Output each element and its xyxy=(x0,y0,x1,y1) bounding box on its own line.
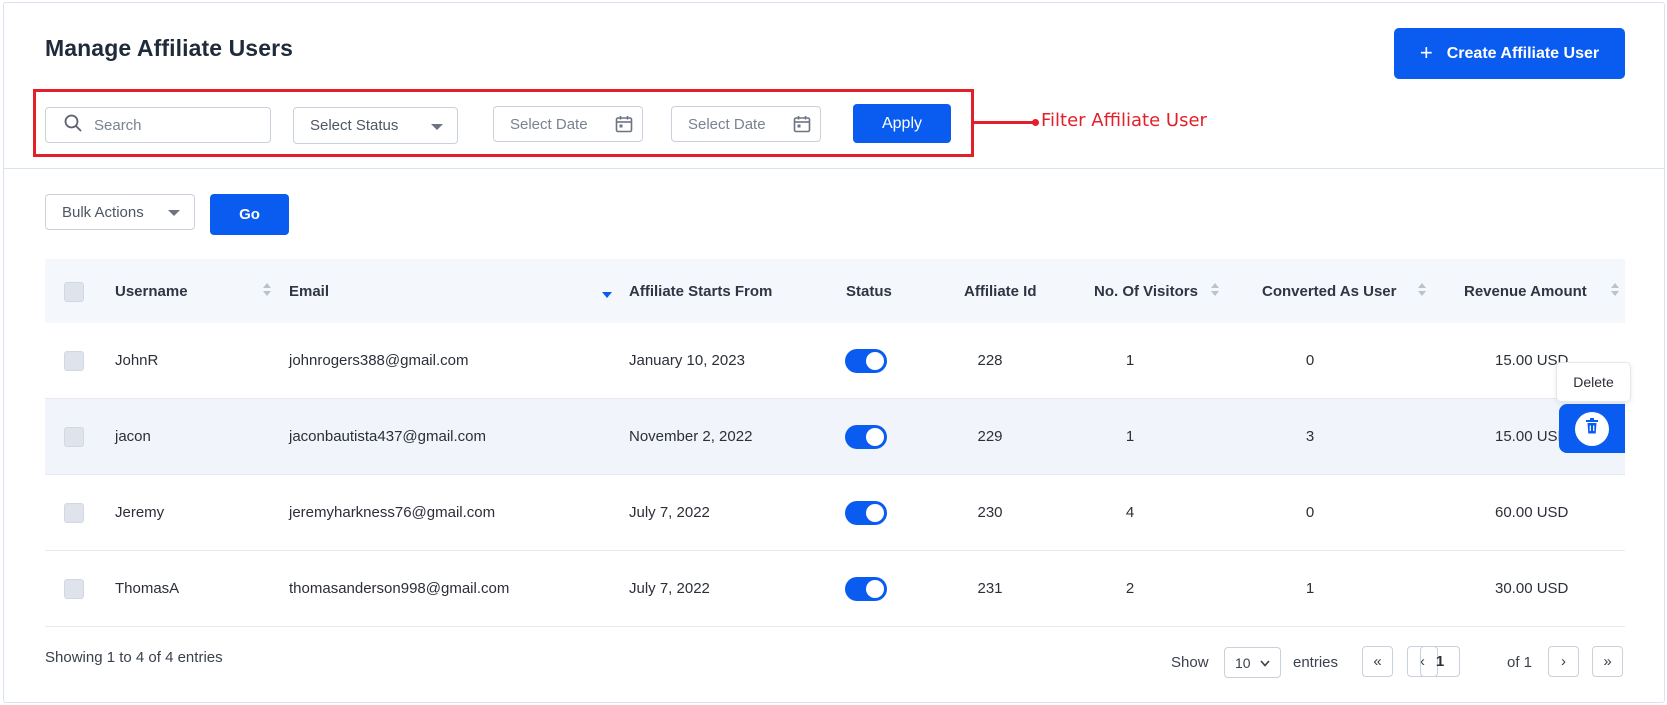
status-toggle[interactable] xyxy=(845,577,887,601)
page-size-value: 10 xyxy=(1235,654,1251,671)
visitors-cell: 1 xyxy=(1125,428,1135,445)
bulk-actions-label: Bulk Actions xyxy=(62,203,144,221)
sort-icon[interactable] xyxy=(263,283,271,297)
row-checkbox[interactable] xyxy=(64,579,84,599)
trash-icon xyxy=(1583,417,1601,440)
email-cell: jeremyharkness76@gmail.com xyxy=(289,504,496,521)
column-header-converted[interactable]: Converted As User xyxy=(1262,259,1397,323)
chevron-down-icon xyxy=(1259,656,1271,672)
email-cell: johnrogers388@gmail.com xyxy=(289,352,469,369)
visitors-cell: 4 xyxy=(1125,504,1135,521)
revenue-cell: 30.00 USD xyxy=(1495,580,1569,597)
affiliate-id-cell: 231 xyxy=(977,580,1003,597)
filter-highlight-box xyxy=(33,89,974,157)
status-toggle[interactable] xyxy=(845,425,887,449)
delete-button-circle xyxy=(1575,411,1609,446)
affiliate-id-cell: 230 xyxy=(977,504,1003,521)
caret-down-icon xyxy=(168,210,180,216)
sort-icon[interactable] xyxy=(1418,283,1426,297)
create-button-label: Create Affiliate User xyxy=(1446,44,1600,62)
bulk-actions-select[interactable]: Bulk Actions xyxy=(45,194,195,230)
go-button[interactable]: Go xyxy=(210,194,289,235)
email-cell: thomasanderson998@gmail.com xyxy=(289,580,510,597)
column-header-visitors[interactable]: No. Of Visitors xyxy=(1094,259,1198,323)
toggle-knob xyxy=(866,352,884,370)
first-page-button[interactable]: « xyxy=(1362,646,1393,677)
row-checkbox[interactable] xyxy=(64,427,84,447)
visitors-cell: 1 xyxy=(1125,352,1135,369)
column-header-affiliate-id: Affiliate Id xyxy=(964,282,1037,300)
sort-icon[interactable] xyxy=(1611,283,1619,297)
affiliate-id-cell: 228 xyxy=(977,352,1003,369)
page-size-select[interactable]: 10 xyxy=(1224,647,1281,678)
visitors-cell: 2 xyxy=(1125,580,1135,597)
sort-icon[interactable] xyxy=(1211,283,1219,297)
table-row[interactable]: Jeremy jeremyharkness76@gmail.com July 7… xyxy=(45,475,1625,551)
table-row[interactable]: jacon jaconbautista437@gmail.com Novembe… xyxy=(45,399,1625,475)
create-affiliate-user-button[interactable]: + Create Affiliate User xyxy=(1394,28,1625,79)
email-cell: jaconbautista437@gmail.com xyxy=(289,428,486,445)
showing-entries-text: Showing 1 to 4 of 4 entries xyxy=(45,649,223,666)
converted-cell: 1 xyxy=(1305,580,1315,597)
plus-icon: + xyxy=(1419,39,1433,65)
annotation-dot xyxy=(1032,119,1039,126)
revenue-cell: 60.00 USD xyxy=(1495,504,1569,521)
status-toggle[interactable] xyxy=(845,349,887,373)
toggle-knob xyxy=(866,428,884,446)
table-header: Username Email Affiliate Starts From Sta… xyxy=(45,259,1625,323)
header-divider xyxy=(4,168,1665,169)
show-label: Show xyxy=(1171,654,1209,671)
next-page-button[interactable]: › xyxy=(1548,646,1579,677)
table-row[interactable]: JohnR johnrogers388@gmail.com January 10… xyxy=(45,323,1625,399)
start-date-cell: November 2, 2022 xyxy=(629,428,753,445)
annotation-connector xyxy=(974,121,1036,124)
converted-cell: 0 xyxy=(1305,352,1315,369)
toggle-knob xyxy=(866,504,884,522)
column-header-username[interactable]: Username xyxy=(115,259,188,323)
column-header-status: Status xyxy=(846,282,892,300)
username-cell: jacon xyxy=(115,428,151,445)
username-cell: ThomasA xyxy=(115,580,180,597)
converted-cell: 0 xyxy=(1305,504,1315,521)
delete-tooltip: Delete xyxy=(1556,362,1631,402)
start-date-cell: July 7, 2022 xyxy=(629,580,710,597)
revenue-cell: 15.00 USD xyxy=(1495,428,1569,445)
converted-cell: 3 xyxy=(1305,428,1315,445)
entries-label: entries xyxy=(1293,654,1339,671)
page-title: Manage Affiliate Users xyxy=(45,35,294,61)
current-page-input[interactable]: 1 xyxy=(1420,646,1460,677)
row-checkbox[interactable] xyxy=(64,503,84,523)
column-header-affiliate-starts-from: Affiliate Starts From xyxy=(629,282,773,300)
column-header-revenue[interactable]: Revenue Amount xyxy=(1464,259,1587,323)
username-cell: Jeremy xyxy=(115,504,165,521)
column-header-email[interactable]: Email xyxy=(289,259,329,323)
status-toggle[interactable] xyxy=(845,501,887,525)
start-date-cell: January 10, 2023 xyxy=(629,352,745,369)
delete-row-button[interactable] xyxy=(1559,404,1625,453)
row-checkbox[interactable] xyxy=(64,351,84,371)
annotation-label: Filter Affiliate User xyxy=(1041,110,1207,131)
toggle-knob xyxy=(866,580,884,598)
last-page-button[interactable]: » xyxy=(1592,646,1623,677)
table-row[interactable]: ThomasA thomasanderson998@gmail.com July… xyxy=(45,551,1625,627)
affiliate-id-cell: 229 xyxy=(977,428,1003,445)
select-all-checkbox[interactable] xyxy=(64,282,84,302)
start-date-cell: July 7, 2022 xyxy=(629,504,710,521)
username-cell: JohnR xyxy=(115,352,159,369)
sort-desc-icon[interactable] xyxy=(602,292,612,298)
total-pages-label: of 1 xyxy=(1507,654,1533,671)
